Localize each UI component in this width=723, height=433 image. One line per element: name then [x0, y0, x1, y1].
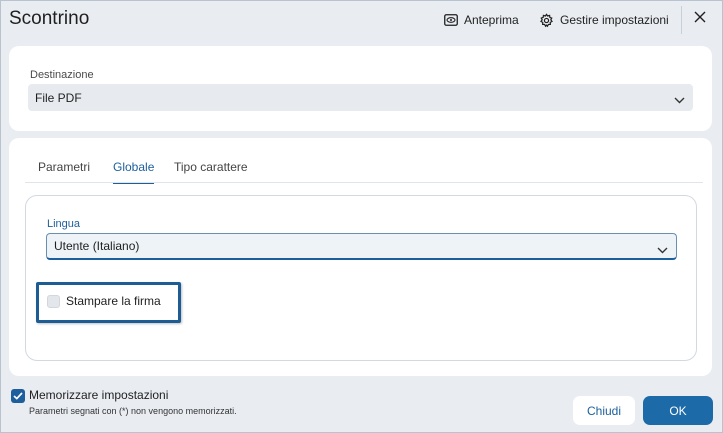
remember-settings-checkbox[interactable] [11, 389, 25, 403]
checkmark-icon [13, 392, 23, 400]
tab-parametri[interactable]: Parametri [38, 160, 90, 182]
ok-button[interactable]: OK [643, 396, 713, 425]
chevron-down-icon [657, 243, 668, 257]
options-section: Parametri Globale Tipo carattere Lingua … [9, 138, 712, 376]
language-label: Lingua [47, 218, 81, 230]
close-icon [694, 10, 706, 28]
globale-panel: Lingua Utente (Italiano) Stampare la fir… [25, 195, 697, 361]
remember-settings-note: Parametri segnati con (*) non vengono me… [29, 406, 237, 416]
tab-divider [25, 182, 703, 183]
gear-icon [539, 12, 554, 28]
preview-button[interactable]: Anteprima [444, 9, 519, 31]
print-dialog: Scontrino Anteprima Gestire impostazioni… [0, 0, 723, 433]
destination-label: Destinazione [30, 69, 94, 81]
close-button[interactable]: Chiudi [573, 396, 635, 425]
eye-icon [444, 14, 458, 26]
remember-settings-label: Memorizzare impostazioni [29, 388, 169, 402]
print-signature-label: Stampare la firma [66, 294, 161, 308]
tab-tipo-carattere[interactable]: Tipo carattere [174, 160, 248, 182]
destination-section: Destinazione File PDF [9, 46, 712, 131]
preview-label: Anteprima [464, 13, 519, 27]
print-signature-checkbox[interactable] [47, 295, 60, 308]
toolbar-divider [681, 6, 682, 34]
close-window-button[interactable] [690, 9, 710, 29]
print-signature-option[interactable]: Stampare la firma [36, 282, 181, 323]
tab-globale[interactable]: Globale [113, 160, 155, 184]
destination-value: File PDF [35, 90, 82, 105]
destination-select[interactable]: File PDF [28, 84, 693, 111]
language-value: Utente (Italiano) [54, 239, 140, 253]
language-select[interactable]: Utente (Italiano) [46, 233, 677, 260]
dialog-title: Scontrino [9, 8, 90, 29]
title-bar: Scontrino Anteprima Gestire impostazioni [1, 1, 722, 39]
manage-settings-button[interactable]: Gestire impostazioni [539, 9, 669, 31]
tab-bar: Parametri Globale Tipo carattere [9, 138, 712, 184]
chevron-down-icon [674, 93, 685, 107]
manage-settings-label: Gestire impostazioni [560, 13, 669, 27]
